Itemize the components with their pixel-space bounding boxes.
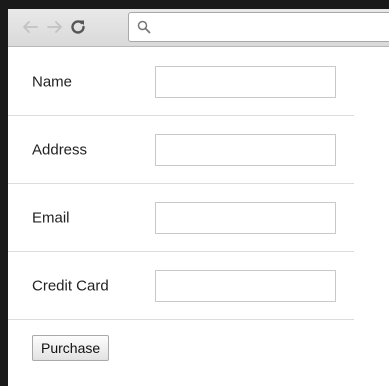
form-row-credit-card: Credit Card bbox=[8, 252, 354, 320]
address-field[interactable] bbox=[155, 133, 336, 166]
purchase-button[interactable]: Purchase bbox=[32, 335, 110, 361]
address-input[interactable] bbox=[155, 15, 385, 39]
credit-card-field[interactable] bbox=[155, 269, 336, 302]
form-actions: Purchase bbox=[8, 320, 354, 370]
form-row-address: Address bbox=[8, 116, 354, 184]
form-row-email: Email bbox=[8, 184, 354, 252]
purchase-form: Name Address Email Credit Card Purchase bbox=[8, 48, 354, 370]
arrow-right-icon bbox=[47, 21, 62, 33]
back-button[interactable] bbox=[20, 17, 40, 37]
browser-toolbar bbox=[8, 9, 389, 47]
reload-button[interactable] bbox=[68, 17, 88, 37]
address-bar[interactable] bbox=[128, 12, 389, 42]
arrow-left-icon bbox=[23, 21, 38, 33]
name-field[interactable] bbox=[155, 65, 336, 98]
form-row-name: Name bbox=[8, 48, 354, 116]
forward-button[interactable] bbox=[45, 17, 65, 37]
email-field[interactable] bbox=[155, 201, 336, 234]
magnifier-icon bbox=[137, 20, 151, 34]
reload-icon bbox=[71, 20, 85, 34]
address-label: Address bbox=[32, 141, 88, 158]
email-label: Email bbox=[32, 209, 70, 226]
credit-card-label: Credit Card bbox=[32, 277, 109, 294]
name-label: Name bbox=[32, 73, 73, 90]
